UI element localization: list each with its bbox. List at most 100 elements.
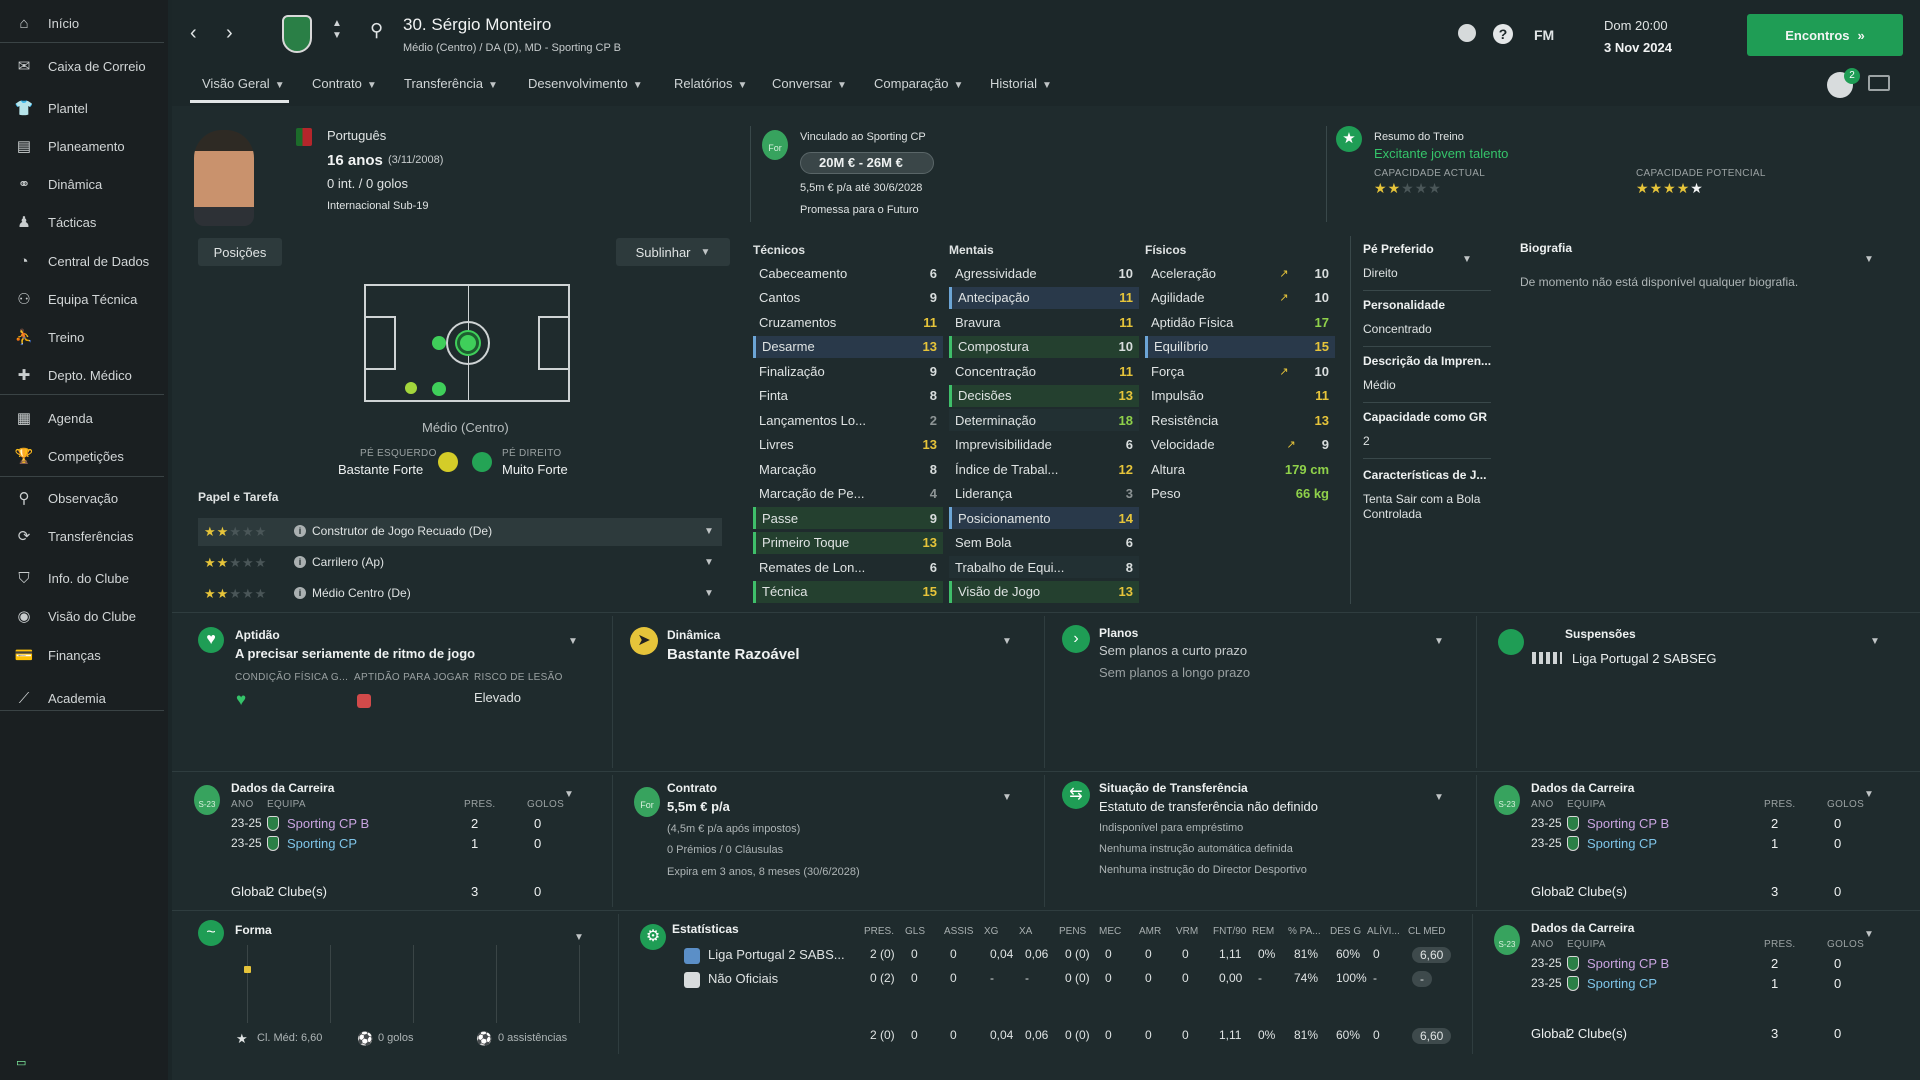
back-arrow-icon[interactable]: ‹: [190, 22, 197, 45]
role-row[interactable]: ★★★★★ i Construtor de Jogo Recuado (De) ▼: [198, 518, 722, 546]
tab-0[interactable]: Visão Geral ▼: [202, 76, 285, 91]
sidebar-bottom-icon[interactable]: ▭: [16, 1056, 26, 1069]
attribute-row: Antecipação 11: [949, 286, 1139, 309]
chevron-down-icon[interactable]: ▼: [1002, 792, 1012, 803]
sidebar-item[interactable]: ⚇ Equipa Técnica: [0, 281, 168, 317]
bio-title[interactable]: Biografia: [1520, 241, 1572, 255]
attribute-row: Posicionamento 14: [949, 507, 1139, 529]
career-apps: 2: [471, 816, 479, 831]
tab-underline: [190, 100, 289, 103]
career-team[interactable]: Sporting CP B: [1587, 956, 1669, 971]
fitness-title[interactable]: Aptidão: [235, 628, 280, 642]
role-row[interactable]: ★★★★★ i Médio Centro (De) ▼: [198, 580, 722, 608]
sidebar-item[interactable]: ◔ Central de Dados: [0, 243, 168, 279]
sidebar-item[interactable]: ♟ Tácticas: [0, 204, 168, 240]
sidebar-item[interactable]: ▤ Planeamento: [0, 128, 168, 164]
sidebar-item[interactable]: 👕 Plantel: [0, 90, 168, 126]
tab-1[interactable]: Contrato ▼: [312, 76, 377, 91]
stats-competition[interactable]: Liga Portugal 2 SABS...: [708, 947, 845, 962]
attribute-value: 12: [1118, 461, 1133, 477]
career-team[interactable]: Sporting CP: [1587, 976, 1657, 991]
career-title[interactable]: Dados da Carreira: [1531, 781, 1634, 795]
chevron-down-icon[interactable]: ▼: [1864, 789, 1874, 800]
bio-chevron-icon[interactable]: ▼: [1864, 254, 1874, 265]
positions-button[interactable]: Posições: [198, 238, 282, 266]
chevron-down-icon[interactable]: ▼: [704, 588, 714, 599]
tab-2[interactable]: Transferência ▼: [404, 76, 498, 91]
stats-value: 74%: [1294, 971, 1319, 985]
chevron-down-icon[interactable]: ▼: [704, 557, 714, 568]
sidebar-item[interactable]: 🏆 Competições: [0, 438, 168, 474]
chevron-down-icon[interactable]: ▼: [704, 526, 714, 537]
sidebar-item-label: Finanças: [48, 647, 101, 663]
left-foot-label: PÉ ESQUERDO: [360, 448, 437, 459]
sidebar-item[interactable]: ▦ Agenda: [0, 400, 168, 436]
dynamics-title[interactable]: Dinâmica: [667, 628, 720, 642]
chevron-down-icon[interactable]: ▼: [574, 932, 584, 943]
chevron-down-icon[interactable]: ▼: [1002, 636, 1012, 647]
stats-competition[interactable]: Não Oficiais: [708, 971, 778, 986]
attribute-value-wrap: ↗ 10: [1279, 266, 1329, 281]
transfer-title[interactable]: Situação de Transferência: [1099, 781, 1248, 795]
career-team[interactable]: Sporting CP: [1587, 836, 1657, 851]
form-title[interactable]: Forma: [235, 923, 272, 937]
side-chevron-icon[interactable]: ▼: [1462, 254, 1472, 265]
attribute-value: 9: [929, 363, 937, 379]
suspensions-title: Suspensões: [1565, 627, 1636, 641]
attribute-name: Altura: [1151, 461, 1185, 477]
tab-3[interactable]: Desenvolvimento ▼: [528, 76, 643, 91]
stats-title[interactable]: Estatísticas: [672, 922, 739, 936]
fm-logo[interactable]: FM: [1534, 27, 1554, 43]
chevron-down-icon[interactable]: ▼: [568, 636, 578, 647]
dynamics-icon: ➤: [630, 627, 658, 655]
stats-header: XA: [1019, 926, 1033, 937]
help-icon[interactable]: ?: [1493, 24, 1513, 44]
career-title[interactable]: Dados da Carreira: [1531, 921, 1634, 935]
chevron-down-icon[interactable]: ▼: [564, 789, 574, 800]
chevron-down-icon[interactable]: ▼: [1870, 636, 1880, 647]
career-team[interactable]: Sporting CP: [287, 836, 357, 851]
stats-value: 0: [1105, 947, 1112, 961]
chevron-down-icon[interactable]: ▼: [1434, 636, 1444, 647]
tab-label: Contrato: [312, 76, 362, 91]
club-crest-icon: [1567, 816, 1579, 831]
career-year: 23-25: [1531, 816, 1562, 830]
sidebar-item[interactable]: ⚲ Observação: [0, 480, 168, 516]
chevron-down-icon[interactable]: ▼: [1864, 929, 1874, 940]
fitness-condition-label: CONDIÇÃO FÍSICA G...: [235, 672, 349, 683]
tab-5[interactable]: Conversar ▼: [772, 76, 847, 91]
tab-6[interactable]: Comparação ▼: [874, 76, 963, 91]
sidebar-item[interactable]: ◉ Visão do Clube: [0, 598, 168, 634]
football-icon[interactable]: [1458, 24, 1476, 42]
sidebar-item-label: Dinâmica: [48, 176, 103, 192]
career-total: 2 Clube(s): [1567, 1026, 1627, 1041]
main-area: ‹ › ▲ ▼ ⚲ 30. Sérgio Monteiro Médio (Cent…: [172, 0, 1920, 1080]
sidebar-item[interactable]: ⛉ Info. do Clube: [0, 560, 168, 596]
competition-icon: [684, 948, 700, 964]
screen-icon[interactable]: [1868, 75, 1890, 91]
career-team[interactable]: Sporting CP B: [287, 816, 369, 831]
career-team[interactable]: Sporting CP B: [1587, 816, 1669, 831]
sidebar-item[interactable]: ✚ Depto. Médico: [0, 357, 168, 393]
sidebar-item[interactable]: ⚭ Dinâmica: [0, 166, 168, 202]
sidebar-item[interactable]: ⌂ Início: [0, 5, 168, 41]
sidebar-item[interactable]: 💳 Finanças: [0, 637, 168, 673]
search-icon[interactable]: ⚲: [370, 20, 383, 41]
plans-title[interactable]: Planos: [1099, 626, 1138, 640]
attribute-value-wrap: 8: [1126, 560, 1133, 575]
sidebar-item[interactable]: ✉ Caixa de Correio: [0, 48, 168, 84]
star-icon: ★: [1663, 180, 1677, 196]
forward-arrow-icon[interactable]: ›: [226, 22, 233, 45]
highlight-dropdown[interactable]: Sublinhar ▼: [616, 238, 730, 266]
tab-7[interactable]: Historial ▼: [990, 76, 1052, 91]
player-switch-icon[interactable]: ▲ ▼: [332, 18, 342, 42]
club-crest-icon[interactable]: [282, 15, 312, 53]
continue-button[interactable]: Encontros »: [1747, 14, 1903, 56]
career-title[interactable]: Dados da Carreira: [231, 781, 334, 795]
sidebar-item[interactable]: ⛹ Treino: [0, 319, 168, 355]
role-row[interactable]: ★★★★★ i Carrilero (Ap) ▼: [198, 549, 722, 577]
contract-title[interactable]: Contrato: [667, 781, 717, 795]
chevron-down-icon[interactable]: ▼: [1434, 792, 1444, 803]
sidebar-item[interactable]: ⟳ Transferências: [0, 518, 168, 554]
tab-4[interactable]: Relatórios ▼: [674, 76, 747, 91]
